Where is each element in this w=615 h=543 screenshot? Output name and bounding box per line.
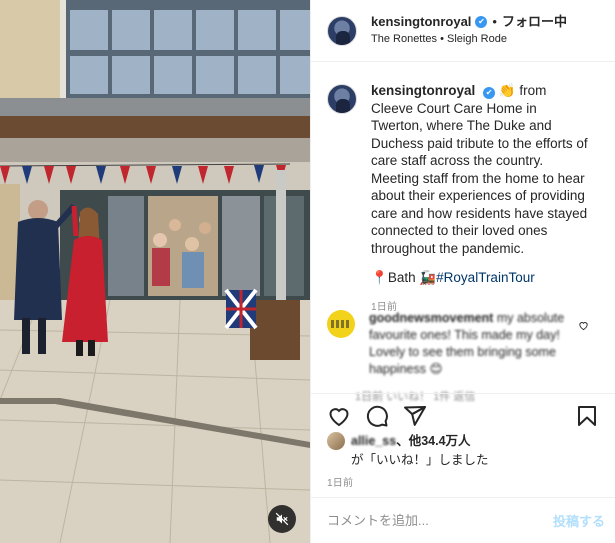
liker-avatar[interactable] [327, 432, 345, 450]
caption-username-link[interactable]: kensingtonroyal [371, 83, 475, 98]
mute-button[interactable] [268, 505, 296, 533]
username-link[interactable]: kensingtonroyal [371, 14, 471, 30]
comment-input[interactable] [327, 513, 553, 528]
post-media[interactable] [0, 0, 310, 543]
comment-item: goodnewsmovement my absolute favourite o… [327, 310, 603, 404]
location-pin-icon: 📍 [371, 270, 388, 285]
avatar[interactable] [327, 15, 357, 46]
post-video-frame [0, 0, 310, 543]
following-button[interactable]: フォロー中 [502, 14, 567, 30]
add-comment-bar: 投稿する [311, 497, 615, 543]
likes-suffix: が「いいね！」しました [351, 453, 489, 467]
likes-summary: allie_ss 、他34.4万人 が「いいね！」しました [327, 432, 603, 468]
commenter-avatar[interactable] [327, 310, 355, 338]
post-timestamp: 1日前 [327, 478, 354, 489]
heart-icon[interactable] [327, 404, 351, 428]
caption: kensingtonroyal ✔ 👏 from Cleeve Court Ca… [311, 62, 615, 316]
post-header: kensingtonroyal ✔ • フォロー中 The Ronettes •… [311, 0, 615, 62]
post-comment-button[interactable]: 投稿する [553, 511, 605, 530]
share-icon[interactable] [403, 404, 427, 428]
hashtag-link[interactable]: #RoyalTrainTour [436, 270, 535, 285]
liker-username[interactable]: allie_ss [351, 433, 396, 449]
verified-badge-icon: ✔ [483, 86, 496, 99]
commenter-username[interactable]: goodnewsmovement [369, 311, 493, 325]
audio-track-link[interactable]: The Ronettes • Sleigh Rode [371, 33, 567, 47]
caption-location: Bath [387, 270, 416, 285]
avatar[interactable] [327, 84, 357, 114]
caption-text: from Cleeve Court Care Home in Twerton, … [371, 83, 588, 256]
bookmark-icon[interactable] [575, 404, 599, 428]
mute-icon [275, 512, 289, 526]
comment-emoji: 😊 [429, 362, 443, 376]
comment-icon[interactable] [365, 404, 389, 428]
verified-badge-icon: ✔ [475, 16, 488, 29]
separator-dot: • [492, 14, 497, 29]
post-side-panel: kensingtonroyal ✔ • フォロー中 The Ronettes •… [310, 0, 615, 543]
train-emoji: 🚂 [419, 270, 437, 285]
likes-count[interactable]: 、他34.4万人 [396, 433, 470, 449]
comment-like-heart-icon[interactable] [578, 318, 589, 336]
clapping-emoji: 👏 [498, 83, 516, 98]
